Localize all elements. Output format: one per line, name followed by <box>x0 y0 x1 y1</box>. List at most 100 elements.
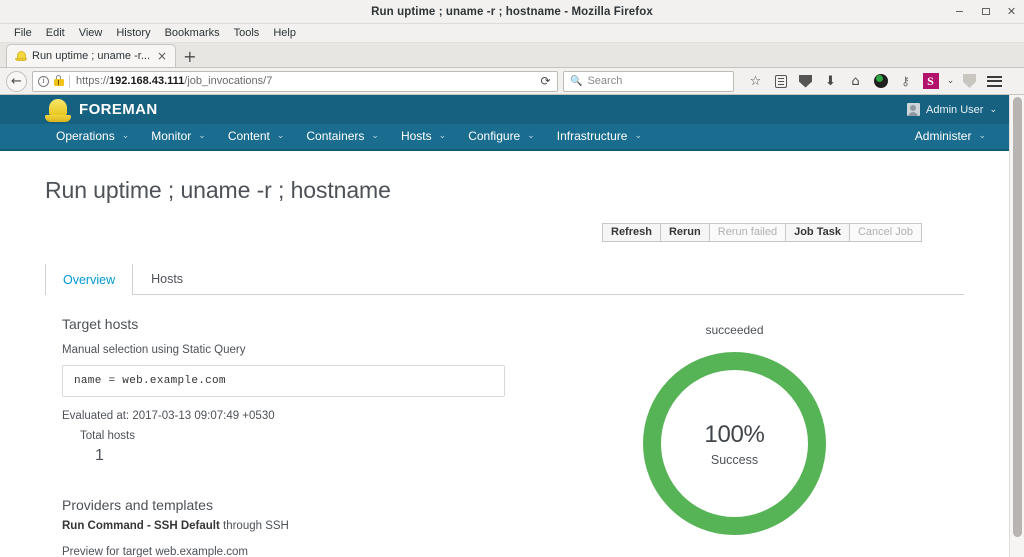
globe-icon[interactable] <box>868 70 893 92</box>
minimize-button[interactable] <box>953 5 966 18</box>
nav-item-label: Infrastructure <box>556 129 628 143</box>
total-hosts-value: 1 <box>95 447 104 464</box>
nav-item-configure[interactable]: Configure ⌄ <box>457 123 546 150</box>
insecure-lock-warning-icon[interactable] <box>53 75 64 87</box>
key-icon[interactable]: ⚷ <box>893 70 918 92</box>
content-tabs: Overview Hosts <box>45 263 964 295</box>
nav-item-content[interactable]: Content ⌄ <box>217 123 296 150</box>
foreman-navbar: Operations ⌄ Monitor ⌄ Content ⌄ Contain… <box>0 124 1009 151</box>
caret-down-icon[interactable]: ⌄ <box>943 70 957 92</box>
provider-template-suffix: through SSH <box>219 520 289 532</box>
nav-item-operations[interactable]: Operations ⌄ <box>45 123 140 150</box>
shield-icon[interactable] <box>793 70 818 92</box>
rerun-failed-button: Rerun failed <box>708 223 787 242</box>
main-content: Run uptime ; uname -r ; hostname Refresh… <box>0 177 1009 557</box>
home-icon[interactable]: ⌂ <box>843 70 868 92</box>
cancel-job-button: Cancel Job <box>848 223 922 242</box>
window-controls: ✕ <box>953 5 1018 18</box>
user-menu[interactable]: Admin User ⌄ <box>906 103 997 116</box>
browser-toolbar-icons: ☆ ⬇ ⌂ ⚷ S ⌄ <box>743 70 1007 92</box>
chevron-down-icon: ⌄ <box>371 131 379 141</box>
nav-item-administer[interactable]: Administer ⌄ <box>904 123 997 150</box>
chevron-down-icon: ⌄ <box>634 131 643 141</box>
status-badge: succeeded <box>705 323 764 337</box>
chevron-down-icon: ⌄ <box>527 131 535 141</box>
page-viewport: FOREMAN Admin User ⌄ Operations ⌄ Monito… <box>0 95 1024 557</box>
total-hosts-label: Total hosts <box>80 430 135 442</box>
nav-item-monitor[interactable]: Monitor ⌄ <box>140 123 217 150</box>
page-info-icon[interactable]: i <box>38 75 49 87</box>
menu-edit[interactable]: Edit <box>39 24 72 43</box>
nav-item-label: Content <box>227 129 270 143</box>
nav-item-hosts[interactable]: Hosts ⌄ <box>390 123 457 150</box>
overview-columns: Target hosts Manual selection using Stat… <box>45 316 964 557</box>
menu-bookmarks[interactable]: Bookmarks <box>158 24 227 43</box>
browser-navigation-toolbar: ← i https://192.168.43.111/job_invocatio… <box>0 68 1024 95</box>
menu-tools[interactable]: Tools <box>227 24 267 43</box>
nav-item-infrastructure[interactable]: Infrastructure ⌄ <box>546 123 653 150</box>
reload-icon[interactable]: ⟳ <box>536 72 555 91</box>
hamburger-menu-icon[interactable] <box>982 70 1007 92</box>
search-placeholder: Search <box>587 75 623 87</box>
avatar <box>906 103 920 116</box>
donut-percent-label: Success <box>710 452 759 467</box>
page-title: Run uptime ; uname -r ; hostname <box>45 177 391 203</box>
badge-icon[interactable] <box>957 70 982 92</box>
overview-right-column: succeeded 100% Success <box>505 316 964 557</box>
site-identity-block[interactable]: i <box>38 75 69 87</box>
foreman-page: FOREMAN Admin User ⌄ Operations ⌄ Monito… <box>0 95 1009 557</box>
maximize-button[interactable] <box>979 5 992 18</box>
url-text: https://192.168.43.111/job_invocations/7 <box>76 75 272 87</box>
browser-tab[interactable]: Run uptime ; uname -r... × <box>6 44 177 67</box>
search-bar[interactable]: 🔍 Search <box>563 70 734 92</box>
url-bar[interactable]: i https://192.168.43.111/job_invocations… <box>32 70 558 92</box>
url-separator <box>69 74 70 88</box>
hardhat-favicon-icon <box>15 50 27 62</box>
url-scheme: https:// <box>76 75 110 87</box>
browser-tabstrip: Run uptime ; uname -r... × + <box>0 43 1024 68</box>
refresh-button[interactable]: Refresh <box>602 223 661 242</box>
back-button-icon[interactable]: ← <box>6 70 27 92</box>
target-hosts-query-box: name = web.example.com <box>62 365 505 397</box>
nav-item-containers[interactable]: Containers ⌄ <box>295 123 390 150</box>
job-task-button[interactable]: Job Task <box>785 223 850 242</box>
new-tab-icon[interactable]: + <box>183 49 196 65</box>
menu-history[interactable]: History <box>109 24 157 43</box>
menu-help[interactable]: Help <box>266 24 303 43</box>
foreman-logo[interactable]: FOREMAN <box>45 96 158 123</box>
search-icon: 🔍 <box>570 75 583 87</box>
nav-item-label: Configure <box>468 129 521 143</box>
menu-view[interactable]: View <box>72 24 110 43</box>
close-button[interactable]: ✕ <box>1005 5 1018 18</box>
menubar: File Edit View History Bookmarks Tools H… <box>0 24 1024 43</box>
downloads-icon[interactable]: ⬇ <box>818 70 843 92</box>
lastpass-icon[interactable]: S <box>918 70 943 92</box>
provider-template-name: Run Command - SSH Default <box>62 520 220 532</box>
foreman-brand-label: FOREMAN <box>79 101 158 118</box>
scrollbar-thumb[interactable] <box>1013 97 1022 537</box>
provider-template-line: Run Command - SSH Default through SSH <box>62 520 505 532</box>
menu-file[interactable]: File <box>7 24 39 43</box>
page-scrollbar[interactable] <box>1009 95 1024 557</box>
reading-list-icon[interactable] <box>768 70 793 92</box>
nav-item-label: Containers <box>306 129 365 143</box>
nav-item-label: Operations <box>56 129 115 143</box>
preview-label: Preview for target web.example.com <box>62 546 248 557</box>
bookmark-star-icon[interactable]: ☆ <box>743 70 768 92</box>
chevron-down-icon: ⌄ <box>989 104 997 115</box>
donut-percent-value: 100% <box>704 420 765 448</box>
tab-hosts[interactable]: Hosts <box>133 263 201 295</box>
url-host: 192.168.43.111 <box>109 75 185 87</box>
tab-close-icon[interactable]: × <box>155 50 169 62</box>
window-title: Run uptime ; uname -r ; hostname - Mozil… <box>371 5 653 18</box>
chevron-down-icon: ⌄ <box>276 131 285 141</box>
foreman-topbar: FOREMAN Admin User ⌄ <box>0 95 1009 124</box>
evaluated-at-text: Evaluated at: 2017-03-13 09:07:49 +0530 <box>62 410 275 422</box>
user-menu-label: Admin User <box>925 103 984 116</box>
chevron-down-icon: ⌄ <box>438 131 447 141</box>
rerun-button[interactable]: Rerun <box>659 223 710 242</box>
tab-overview[interactable]: Overview <box>45 263 134 295</box>
chevron-down-icon: ⌄ <box>198 131 206 141</box>
donut-center: 100% Success <box>643 352 826 535</box>
target-hosts-selection-text: Manual selection using Static Query <box>62 344 246 356</box>
